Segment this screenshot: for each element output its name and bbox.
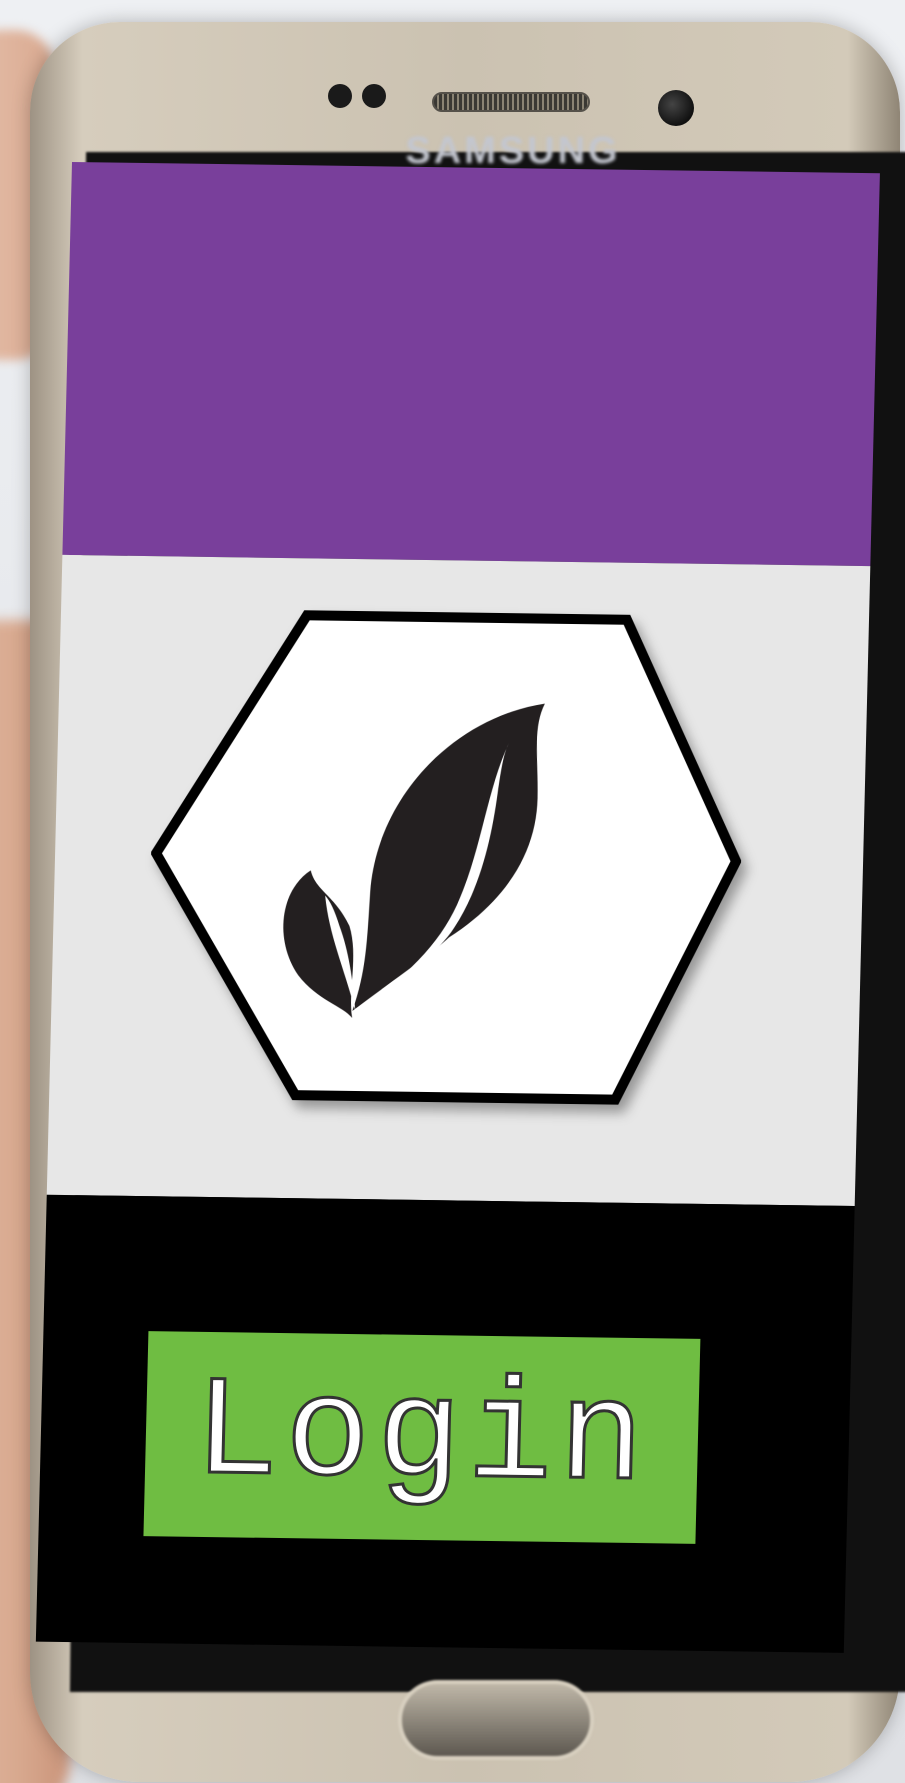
photo-scene: SAMSUNG Login — [0, 0, 905, 1783]
app-screen: Login — [35, 162, 880, 1663]
login-button-label: Login — [190, 1352, 653, 1522]
front-camera — [658, 90, 694, 126]
home-button[interactable] — [398, 1680, 594, 1760]
earpiece-speaker — [432, 92, 590, 112]
app-logo — [145, 603, 747, 1123]
login-button[interactable]: Login — [143, 1331, 701, 1544]
sensor-dot — [328, 84, 352, 108]
hexagon-leaf-logo — [150, 610, 742, 1105]
sensor-dot — [362, 84, 386, 108]
app-header — [62, 162, 880, 567]
sensor-dots — [328, 84, 386, 108]
